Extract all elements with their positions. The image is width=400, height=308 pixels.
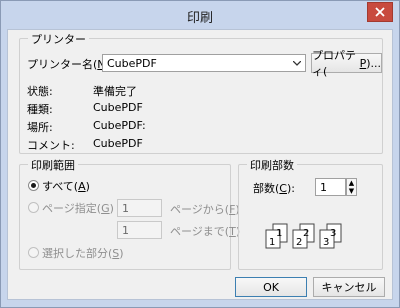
print-range-group: 印刷範囲 すべて()A) ページ指定(G) 1 ページから(F) 1 ページまで… — [19, 157, 240, 270]
collate-page-label: 3 — [323, 237, 329, 248]
status-value: 準備完了 — [93, 85, 137, 98]
print-dialog: 印刷 プリンター プリンター名(N): CubePDF プロパティ(P)... … — [0, 0, 400, 308]
comment-value: CubePDF — [93, 137, 143, 150]
to-page-input[interactable]: 1 — [117, 221, 162, 239]
page-range-label[interactable]: ページ指定(G) — [42, 200, 114, 216]
location-label: 場所: — [27, 121, 53, 134]
type-value: CubePDF — [93, 101, 143, 114]
collate-page-label: 2 — [296, 237, 302, 248]
selection-radio[interactable] — [28, 247, 39, 258]
collate-page-label: 3 — [330, 228, 336, 239]
properties-button[interactable]: プロパティ(P)... — [311, 49, 382, 78]
collate-page-label: 1 — [269, 237, 275, 248]
chevron-down-icon — [289, 55, 305, 71]
copies-label: 部数(C): — [253, 182, 295, 195]
printer-name-label: プリンター名(N): — [27, 58, 114, 71]
copies-group-title: 印刷部数 — [247, 157, 297, 173]
spin-up-icon[interactable]: ▲ — [347, 179, 356, 187]
status-label: 状態: — [27, 85, 53, 98]
title-bar[interactable]: 印刷 — [1, 1, 399, 29]
dialog-body: プリンター プリンター名(N): CubePDF プロパティ(P)... 状態:… — [7, 29, 393, 300]
copies-group: 印刷部数 部数(C): 1 ▲ ▼ 1 1 2 2 3 3 — [238, 157, 383, 270]
window-title: 印刷 — [186, 11, 213, 26]
selection-label[interactable]: 選択した部分(S) — [42, 245, 124, 261]
ok-button[interactable]: OK — [235, 277, 307, 297]
close-icon — [375, 7, 385, 17]
from-page-input[interactable]: 1 — [117, 199, 162, 217]
to-page-label: ページまで(T) — [170, 225, 241, 238]
printer-select[interactable]: CubePDF — [102, 54, 306, 72]
from-page-label: ページから(F) — [170, 203, 240, 216]
collate-page-label: 1 — [276, 228, 282, 239]
all-pages-label[interactable]: すべて()A) — [42, 178, 90, 194]
comment-label: コメント: — [27, 139, 75, 152]
all-pages-radio[interactable] — [28, 180, 39, 191]
copies-input[interactable]: 1 — [315, 178, 346, 196]
collate-icon: 1 1 2 2 3 3 — [265, 223, 342, 249]
page-range-radio[interactable] — [28, 202, 39, 213]
print-range-group-title: 印刷範囲 — [28, 157, 78, 173]
type-label: 種類: — [27, 103, 53, 116]
printer-group: プリンター プリンター名(N): CubePDF プロパティ(P)... 状態:… — [19, 31, 383, 154]
copies-spinner[interactable]: ▲ ▼ — [346, 178, 357, 196]
location-value: CubePDF: — [93, 119, 146, 132]
printer-group-title: プリンター — [28, 31, 89, 47]
collate-page-label: 2 — [303, 228, 309, 239]
spin-down-icon[interactable]: ▼ — [347, 187, 356, 195]
cancel-button[interactable]: キャンセル — [313, 277, 385, 297]
printer-select-value: CubePDF — [107, 57, 157, 70]
close-button[interactable] — [367, 2, 393, 22]
